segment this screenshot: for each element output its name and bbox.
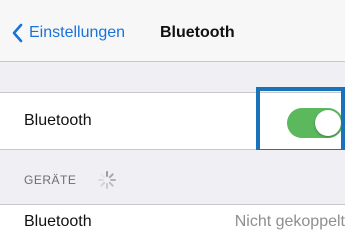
back-button-label: Einstellungen [29, 24, 126, 41]
device-name: Bluetooth [24, 213, 92, 230]
devices-section-header: GERÄTE [0, 150, 345, 204]
highlight-box [256, 87, 345, 153]
back-button[interactable]: Einstellungen [12, 22, 125, 44]
device-row[interactable]: Bluetooth Nicht gekoppelt [0, 204, 345, 242]
devices-section-label: GERÄTE [24, 173, 77, 187]
device-status: Nicht gekoppelt [234, 213, 345, 230]
page-title: Bluetooth [160, 24, 235, 41]
activity-spinner-icon [98, 171, 116, 189]
bluetooth-toggle-label: Bluetooth [24, 112, 92, 129]
chevron-left-icon [12, 23, 23, 43]
navigation-bar: Einstellungen Bluetooth [0, 0, 345, 62]
